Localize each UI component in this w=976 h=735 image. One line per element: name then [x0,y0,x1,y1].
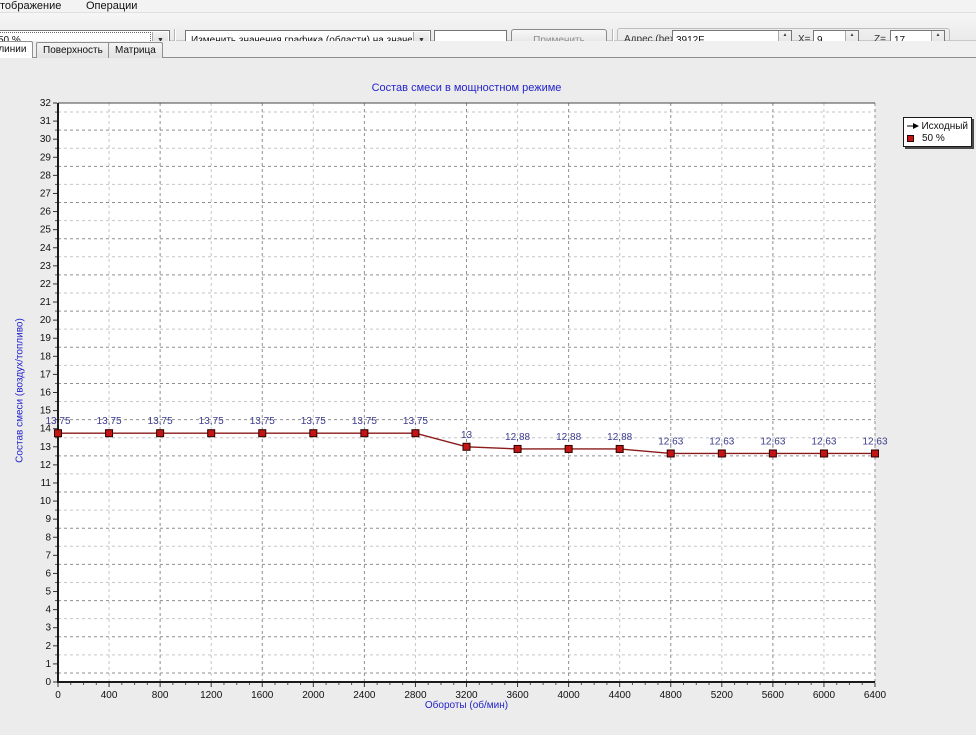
x-axis-label: Обороты (об/мин) [58,700,875,711]
data-point-marker[interactable] [208,430,215,437]
y-axis-label: Состав смеси (воздух/топливо) [15,241,26,541]
y-tick-label: 19 [40,333,52,344]
data-point-marker[interactable] [310,430,317,437]
chart-title: Состав смеси в мощностном режиме [58,82,875,94]
data-point-marker[interactable] [412,430,419,437]
data-point-label: 13,75 [301,416,326,427]
data-point-marker[interactable] [769,450,776,457]
chart-panel: 0123456789101112131415161718192021222324… [0,58,976,735]
data-point-label: 13 [461,430,473,441]
y-tick-label: 30 [40,134,52,145]
data-point-label: 12,63 [811,436,836,447]
menu-bar: тображение Операции [0,0,976,13]
y-tick-label: 27 [40,188,52,199]
legend-item-label: Исходный [921,121,968,132]
y-tick-label: 1 [45,659,51,670]
data-point-label: 12,63 [658,436,683,447]
data-point-label: 13,75 [352,416,377,427]
data-point-label: 12,63 [760,436,785,447]
y-tick-label: 2 [45,641,51,652]
data-point-label: 12,63 [862,436,887,447]
legend-item-50pct[interactable]: 50 % [907,132,968,144]
legend-item-label: 50 % [922,133,945,144]
y-tick-label: 7 [45,550,51,561]
tab-matrix[interactable]: Матрица [108,42,163,58]
y-tick-label: 25 [40,225,52,236]
y-tick-label: 13 [40,442,52,453]
data-point-label: 13,75 [250,416,275,427]
tab-surface[interactable]: Поверхность [36,42,110,58]
y-tick-label: 17 [40,369,52,380]
y-tick-label: 11 [41,478,52,489]
data-point-marker[interactable] [157,430,164,437]
legend-item-source[interactable]: Исходный [907,120,968,132]
data-point-marker[interactable] [718,450,725,457]
data-point-marker[interactable] [463,443,470,450]
view-tab-bar: олинии Поверхность Матрица [0,41,976,58]
y-tick-label: 12 [40,460,52,471]
data-point-marker[interactable] [820,450,827,457]
data-point-marker[interactable] [872,450,879,457]
data-point-label: 13,75 [45,416,70,427]
y-tick-label: 5 [45,587,51,598]
menu-item-operations[interactable]: Операции [82,0,141,13]
y-tick-label: 4 [45,605,51,616]
data-point-label: 13,75 [403,416,428,427]
y-tick-label: 24 [40,243,52,254]
y-tick-label: 29 [40,152,52,163]
y-tick-label: 9 [45,514,51,525]
main-toolbar: 50 % ▼ Изменить значения графика (област… [0,13,976,41]
data-point-label: 12,88 [607,432,632,443]
chart-legend: Исходный 50 % [903,117,972,147]
y-tick-label: 3 [45,623,51,634]
y-tick-label: 16 [40,388,52,399]
y-tick-label: 31 [40,116,52,127]
y-tick-label: 0 [45,677,51,688]
y-tick-label: 15 [40,406,52,417]
menu-item-display[interactable]: тображение [0,0,65,13]
data-point-label: 12,88 [556,432,581,443]
y-tick-label: 18 [40,351,52,362]
square-marker-icon [907,135,922,142]
y-tick-label: 26 [40,207,52,218]
y-tick-label: 28 [40,170,52,181]
tab-isolines[interactable]: олинии [0,41,33,58]
y-tick-label: 32 [40,98,52,109]
y-tick-label: 22 [40,279,52,290]
y-tick-label: 23 [40,261,52,272]
data-point-marker[interactable] [616,445,623,452]
data-point-marker[interactable] [361,430,368,437]
data-point-label: 13,75 [148,416,173,427]
chart-plot-svg: 0123456789101112131415161718192021222324… [0,58,976,735]
data-point-marker[interactable] [106,430,113,437]
data-point-marker[interactable] [514,445,521,452]
data-point-label: 12,88 [505,432,530,443]
data-point-label: 13,75 [199,416,224,427]
y-tick-label: 6 [45,568,51,579]
y-tick-label: 10 [40,496,52,507]
arrow-line-marker-icon [907,122,921,130]
data-point-label: 12,63 [709,436,734,447]
y-tick-label: 21 [40,297,52,308]
y-tick-label: 20 [40,315,52,326]
data-point-marker[interactable] [667,450,674,457]
data-point-label: 13,75 [97,416,122,427]
data-point-marker[interactable] [259,430,266,437]
y-tick-label: 8 [45,532,51,543]
data-point-marker[interactable] [565,445,572,452]
data-point-marker[interactable] [55,430,62,437]
